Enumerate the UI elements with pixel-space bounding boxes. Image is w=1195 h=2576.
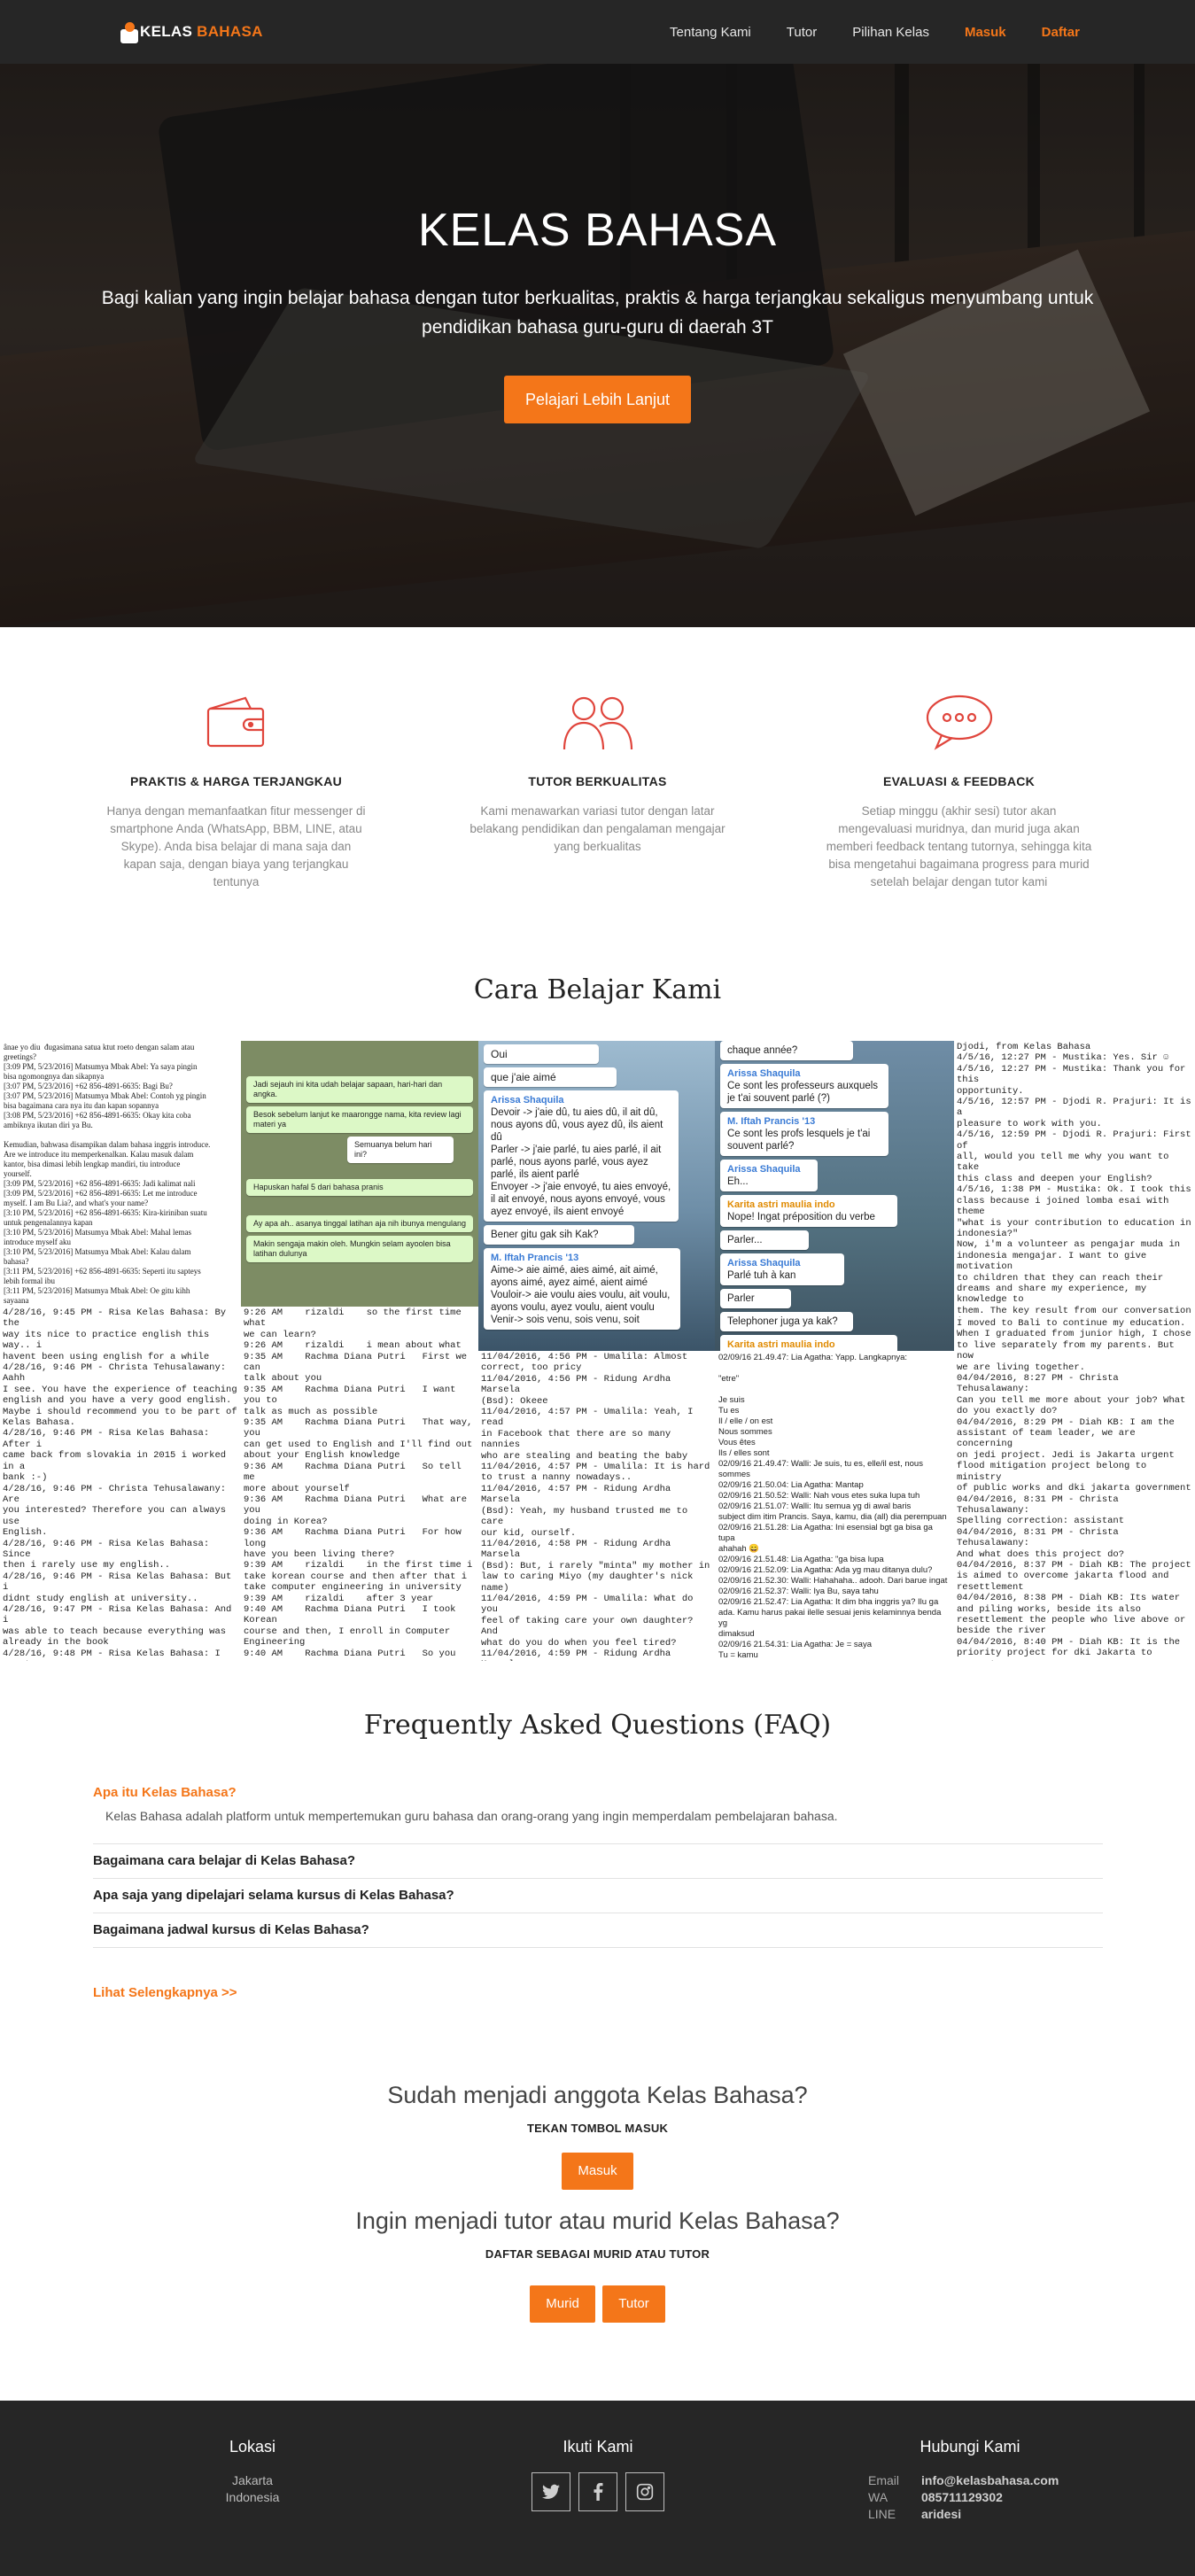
cta-join: Ingin menjadi tutor atau murid Kelas Bah… [0,2207,1195,2323]
wallet-icon [77,691,396,753]
social-links [509,2472,687,2511]
cta-member: Sudah menjadi anggota Kelas Bahasa? TEKA… [0,2082,1195,2190]
faq-question[interactable]: Apa itu Kelas Bahasa? [93,1785,1103,1800]
nav-link-tutor[interactable]: Tutor [787,25,817,40]
register-tutor-button[interactable]: Tutor [602,2285,665,2323]
chat-bubble: M. Iftah Prancis '13 Ce sont les profs le… [720,1112,888,1156]
faq-question[interactable]: Bagaimana cara belajar di Kelas Bahasa? [93,1853,1103,1868]
chat-screenshot: Djodi, from Kelas Bahasa 4/5/16, 12:27 P… [954,1041,1195,1317]
nav-link-daftar[interactable]: Daftar [1042,25,1080,40]
feature-evaluation: EVALUASI & FEEDBACK Setiap minggu (akhir… [800,691,1119,891]
feature-title: EVALUASI & FEEDBACK [882,774,1036,788]
nav-link-tentang-kami[interactable]: Tentang Kami [670,25,751,40]
chat-bubble: que j'aie aimé [484,1067,617,1087]
faq-more-link[interactable]: Lihat Selengkapnya >> [93,1985,1103,2000]
logo-icon [115,22,138,43]
footer-location-text: Jakarta Indonesia [225,2473,280,2504]
cta-heading: Ingin menjadi tutor atau murid Kelas Bah… [355,2207,840,2234]
chat-screenshot: I moved to Bali to continue my education… [954,1317,1195,1661]
footer-title: Ikuti Kami [563,2438,633,2456]
footer-follow: Ikuti Kami [509,2438,687,2511]
instagram-icon[interactable] [625,2472,664,2511]
learn-more-button[interactable]: Pelajari Lebih Lanjut [503,376,692,423]
faq-heading: Frequently Asked Questions (FAQ) [363,1710,832,1741]
chat-bubble: Arissa Shaquila Devoir -> j'aie dû, tu a… [484,1090,679,1222]
faq-list: Apa itu Kelas Bahasa? Kelas Bahasa adala… [93,1776,1103,2000]
register-student-button[interactable]: Murid [530,2285,595,2323]
cta-heading: Sudah menjadi anggota Kelas Bahasa? [387,2082,808,2108]
faq-item[interactable]: Bagaimana cara belajar di Kelas Bahasa? [93,1844,1103,1879]
chat-bubble: Bener gitu gak sih Kak? [484,1225,634,1245]
features-section: PRAKTIS & HARGA TERJANGKAU Hanya dengan … [0,691,1195,891]
chat-screenshot: 9:26 AM rizaldi so the first time what w… [241,1307,478,1661]
chat-bubble: Parler... [720,1230,809,1250]
chat-bubble: chaque année? [720,1041,853,1060]
faq-item[interactable]: Apa saja yang dipelajari selama kursus d… [93,1879,1103,1913]
chat-bubble: Ay apa ah.. asanya tinggal latihan aja n… [246,1215,473,1232]
feature-text: Hanya dengan memanfaatkan fitur messenge… [106,804,366,888]
chat-screenshot: 4/28/16, 9:45 PM - Risa Kelas Bahasa: By… [0,1307,241,1661]
chat-bubble: Arissa Shaquila Eh... [720,1160,818,1191]
faq-item[interactable]: Bagaimana jadwal kursus di Kelas Bahasa? [93,1913,1103,1948]
feature-title: TUTOR BERKUALITAS [528,774,667,788]
chat-screenshot: chaque année? Arissa Shaquila Ce sont les… [715,1041,954,1351]
footer: Lokasi Jakarta Indonesia Ikuti Kami Hubu… [0,2401,1195,2576]
feature-affordable: PRAKTIS & HARGA TERJANGKAU Hanya dengan … [77,691,396,891]
footer-contact: Hubungi Kami Email info@kelasbahasa.com W… [868,2438,1072,2523]
faq-answer: Kelas Bahasa adalah platform untuk mempe… [105,1809,838,1823]
chat-screenshot: ânae yo diu đugasimana satua ktut roeto … [0,1041,241,1307]
chat-collage: ânae yo diu đugasimana satua ktut roeto … [0,1041,1195,1661]
method-heading: Cara Belajar Kami [473,974,722,1005]
contact-line: LINE aridesi [868,2507,962,2521]
footer-title: Hubungi Kami [920,2438,1020,2456]
footer-title: Lokasi [229,2438,276,2456]
hero-subtitle: Bagi kalian yang ingin belajar bahasa de… [101,288,1094,338]
chat-screenshot: 02/09/16 21.49.47: Lia Agatha: Yapp. Lan… [715,1351,954,1661]
feature-title: PRAKTIS & HARGA TERJANGKAU [129,774,343,788]
navbar: KELAS BAHASA Tentang Kami Tutor Pilihan … [0,0,1195,64]
feature-tutor: TUTOR BERKUALITAS Kami menawarkan varias… [438,691,757,891]
chat-bubble: Arissa Shaquila Parlé tuh à kan [720,1253,844,1285]
chat-screenshot: 11/04/2016, 4:56 PM - Umalila: Almost co… [478,1351,715,1661]
chat-screenshot: Oui que j'aie aimé Arissa Shaquila Devoi… [478,1041,715,1351]
chat-bubble: Arissa Shaquila Ce sont les professeurs a… [720,1064,888,1108]
chat-bubble: Oui [484,1044,599,1064]
chat-bubble: Hapuskan hafal 5 dari bahasa pranis [246,1179,473,1196]
facebook-icon[interactable] [578,2472,617,2511]
login-button[interactable]: Masuk [562,2153,633,2190]
footer-contact-list: Email info@kelasbahasa.com WA 085711129302… [868,2472,1072,2523]
feature-text: Kami menawarkan variasi tutor dengan lat… [469,804,726,853]
chat-bubble: Semuanya belum hari ini? [347,1137,454,1163]
chat-bubble: Telephoner juga ya kak? [720,1312,853,1331]
chat-bubble: M. Iftah Prancis '13 Aime-> aie aimé, ai… [484,1248,680,1330]
footer-location: Lokasi Jakarta Indonesia [164,2438,341,2506]
faq-question[interactable]: Apa saja yang dipelajari selama kursus d… [93,1888,1103,1903]
cta-subheading: TEKAN TOMBOL MASUK [526,2122,669,2135]
chat-bubble: Karita astri maulia indo Nope! Ingat prép… [720,1195,897,1227]
nav-link-pilihan-kelas[interactable]: Pilihan Kelas [852,25,929,40]
contact-whatsapp: WA 085711129302 [868,2490,1003,2504]
contact-email: Email info@kelasbahasa.com [868,2473,1059,2487]
hero-section: KELAS BAHASA Bagi kalian yang ingin bela… [0,64,1195,627]
nav-links: Tentang Kami Tutor Pilihan Kelas Masuk D… [670,25,1080,40]
brand-logo[interactable]: KELAS BAHASA [115,22,263,43]
chat-icon [800,691,1119,753]
chat-bubble: Parler [720,1289,791,1308]
faq-item[interactable]: Apa itu Kelas Bahasa? Kelas Bahasa adala… [93,1776,1103,1844]
chat-bubble: Besok sebelum lanjut ke maarongge nama, … [246,1106,473,1133]
twitter-icon[interactable] [532,2472,570,2511]
hero-title: KELAS BAHASA [417,205,778,256]
nav-link-masuk[interactable]: Masuk [965,25,1006,40]
brand-name: KELAS BAHASA [140,23,263,40]
hero-content: KELAS BAHASA Bagi kalian yang ingin bela… [0,204,1195,423]
chat-screenshot: Jadi sejauh ini kita udah belajar sapaan… [241,1041,478,1307]
faq-question[interactable]: Bagaimana jadwal kursus di Kelas Bahasa? [93,1922,1103,1937]
chat-bubble: Makin sengaja makin oleh. Mungkin selam … [246,1236,473,1262]
people-icon [438,691,757,753]
feature-text: Setiap minggu (akhir sesi) tutor akan me… [826,804,1092,888]
cta-subheading: DAFTAR SEBAGAI MURID ATAU TUTOR [485,2247,710,2261]
chat-bubble: Jadi sejauh ini kita udah belajar sapaan… [246,1076,473,1103]
chat-bubble: Karita astri maulia indo [720,1335,897,1351]
